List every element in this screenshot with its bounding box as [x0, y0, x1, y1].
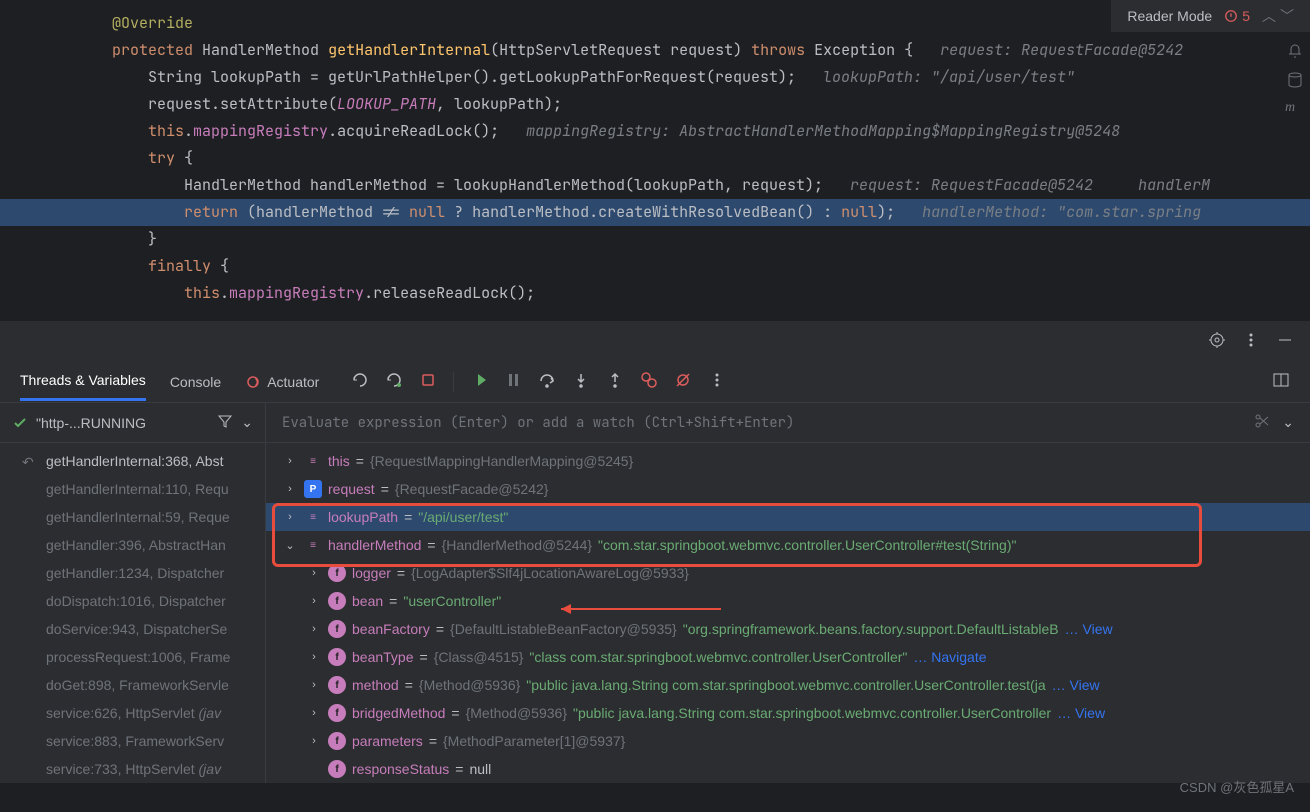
breakpoint-line[interactable]: return (handlerMethod != null ? handlerM… — [0, 199, 1310, 226]
stack-frame[interactable]: doService:943, DispatcherSe — [0, 615, 265, 643]
var-beanFactory[interactable]: › f beanFactory = {DefaultListableBeanFa… — [266, 615, 1310, 643]
stack-frame[interactable]: ↶getHandlerInternal:368, Abst — [0, 447, 265, 475]
tab-console[interactable]: Console — [170, 364, 221, 400]
stack-frame[interactable]: getHandlerInternal:59, Reque — [0, 503, 265, 531]
var-method[interactable]: › f method = {Method@5936} "public java.… — [266, 671, 1310, 699]
code-editor[interactable]: Reader Mode 5 ︿ ﹀ @Override protected Ha… — [0, 0, 1310, 320]
step-over-icon[interactable] — [538, 371, 556, 392]
debug-panel: Threads & Variables Console Actuator "ht… — [0, 320, 1310, 783]
var-lookupPath[interactable]: › ≡ lookupPath = "/api/user/test" — [266, 503, 1310, 531]
view-link[interactable]: … View — [1052, 677, 1100, 693]
navigate-link[interactable]: … Navigate — [913, 649, 986, 665]
resume-icon[interactable] — [470, 371, 488, 392]
mute-breakpoints-icon[interactable] — [674, 371, 692, 392]
var-beanType[interactable]: › f beanType = {Class@4515} "class com.s… — [266, 643, 1310, 671]
database-icon[interactable] — [1285, 70, 1305, 90]
stack-frame[interactable]: service:733, HttpServlet (jav — [0, 755, 265, 783]
pause-icon[interactable] — [504, 371, 522, 392]
rerun-icon[interactable] — [351, 371, 369, 392]
notifications-icon[interactable] — [1285, 40, 1305, 60]
scissors-icon[interactable] — [1254, 413, 1270, 432]
var-this[interactable]: › ≡ this = {RequestMappingHandlerMapping… — [266, 447, 1310, 475]
expand-icon[interactable]: ⌄ — [1282, 414, 1294, 431]
watermark: CSDN @灰色孤星A — [1180, 777, 1294, 796]
field-icon: f — [328, 564, 346, 582]
tab-actuator[interactable]: Actuator — [245, 364, 319, 400]
back-icon[interactable]: ↶ — [22, 454, 34, 471]
view-link[interactable]: … View — [1057, 705, 1105, 721]
stack-frame[interactable]: doGet:898, FrameworkServle — [0, 671, 265, 699]
filter-icon[interactable] — [217, 413, 233, 432]
more-icon[interactable] — [1242, 331, 1260, 352]
stack-frames: ↶getHandlerInternal:368, AbstgetHandlerI… — [0, 443, 265, 783]
thread-name: "http-...RUNNING — [36, 415, 209, 431]
view-breakpoints-icon[interactable] — [640, 371, 658, 392]
maven-icon[interactable]: m — [1285, 100, 1305, 120]
stack-frame[interactable]: processRequest:1006, Frame — [0, 643, 265, 671]
var-bean[interactable]: › f bean = "userController" — [266, 587, 1310, 615]
dropdown-icon[interactable]: ⌄ — [241, 414, 253, 431]
step-out-icon[interactable] — [606, 371, 624, 392]
debug-top-toolbar — [0, 321, 1310, 361]
more-debug-icon[interactable] — [708, 371, 726, 392]
layout-icon[interactable] — [1272, 371, 1290, 392]
view-link[interactable]: … View — [1065, 621, 1113, 637]
minimize-icon[interactable] — [1276, 331, 1294, 352]
code-content[interactable]: @Override protected HandlerMethod getHan… — [0, 0, 1310, 307]
expand-arrow-icon[interactable]: › — [282, 455, 298, 467]
var-parameters[interactable]: › f parameters = {MethodParameter[1]@593… — [266, 727, 1310, 755]
tab-threads-variables[interactable]: Threads & Variables — [20, 362, 146, 401]
var-logger[interactable]: › f logger = {LogAdapter$Slf4jLocationAw… — [266, 559, 1310, 587]
stack-frame[interactable]: service:883, FrameworkServ — [0, 727, 265, 755]
thread-selector[interactable]: "http-...RUNNING ⌄ — [0, 403, 265, 443]
stack-frame[interactable]: service:626, HttpServlet (jav — [0, 699, 265, 727]
watch-bar: Evaluate expression (Enter) or add a wat… — [266, 403, 1310, 443]
debug-tabs: Threads & Variables Console Actuator — [0, 361, 1310, 403]
param-icon: P — [304, 480, 322, 498]
var-responseStatus[interactable]: › f responseStatus = null — [266, 755, 1310, 783]
rerun-debug-icon[interactable] — [385, 371, 403, 392]
stack-frame[interactable]: getHandlerInternal:110, Requ — [0, 475, 265, 503]
var-request[interactable]: › P request = {RequestFacade@5242} — [266, 475, 1310, 503]
variables-column: Evaluate expression (Enter) or add a wat… — [266, 403, 1310, 783]
stack-frame[interactable]: getHandler:396, AbstractHan — [0, 531, 265, 559]
variable-tree: › ≡ this = {RequestMappingHandlerMapping… — [266, 443, 1310, 783]
stack-frame[interactable]: doDispatch:1016, Dispatcher — [0, 587, 265, 615]
collapse-arrow-icon: ⌄ — [282, 539, 298, 552]
right-tool-strip: m — [1280, 0, 1310, 320]
stack-icon: ≡ — [304, 508, 322, 526]
stop-icon[interactable] — [419, 371, 437, 392]
evaluate-input[interactable]: Evaluate expression (Enter) or add a wat… — [282, 414, 1242, 432]
var-handlerMethod[interactable]: ⌄ ≡ handlerMethod = {HandlerMethod@5244}… — [266, 531, 1310, 559]
stack-frame[interactable]: getHandler:1234, Dispatcher — [0, 559, 265, 587]
stack-icon: ≡ — [304, 452, 322, 470]
target-icon[interactable] — [1208, 331, 1226, 352]
step-into-icon[interactable] — [572, 371, 590, 392]
threads-column: "http-...RUNNING ⌄ ↶getHandlerInternal:3… — [0, 403, 266, 783]
var-bridgedMethod[interactable]: › f bridgedMethod = {Method@5936} "publi… — [266, 699, 1310, 727]
